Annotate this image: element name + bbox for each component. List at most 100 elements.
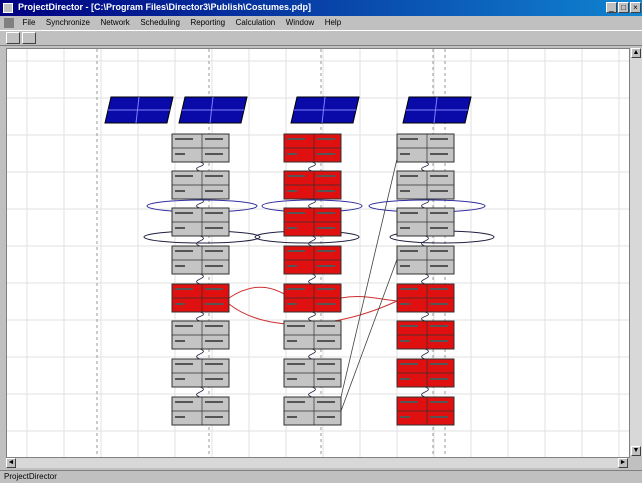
horizontal-scrollbar[interactable]: ◄ ►: [6, 458, 628, 468]
toolbar-button-1[interactable]: [6, 32, 20, 44]
task-text-mark: [317, 378, 335, 380]
task-text-mark: [317, 153, 335, 155]
menu-help[interactable]: Help: [321, 16, 345, 30]
task-text-mark: [287, 288, 305, 290]
task-box: [396, 283, 455, 313]
task-text-mark: [400, 138, 418, 140]
task-text-mark: [317, 265, 335, 267]
task-text-mark: [430, 265, 448, 267]
task-text-mark: [400, 250, 418, 252]
menu-calculation[interactable]: Calculation: [232, 16, 280, 30]
task-box: [171, 283, 230, 313]
network-canvas[interactable]: [6, 48, 630, 458]
task-text-mark: [175, 265, 185, 267]
task-text-mark: [400, 325, 418, 327]
scroll-down-button[interactable]: ▼: [631, 446, 641, 456]
task-box: [171, 170, 230, 200]
app-window: ProjectDirector - [C:\Program Files\Dire…: [0, 0, 642, 483]
task-text-mark: [287, 325, 305, 327]
task-text-mark: [317, 401, 335, 403]
task-box: [283, 133, 342, 163]
status-bar: ProjectDirector: [0, 470, 642, 483]
task-text-mark: [205, 288, 223, 290]
task-text-mark: [400, 363, 418, 365]
task-text-mark: [205, 303, 223, 305]
task-text-mark: [430, 190, 448, 192]
task-text-mark: [205, 227, 223, 229]
task-box: [283, 283, 342, 313]
task-box: [171, 320, 230, 350]
task-text-mark: [317, 212, 335, 214]
task-text-mark: [317, 416, 335, 418]
task-text-mark: [430, 401, 448, 403]
task-text-mark: [430, 416, 448, 418]
task-text-mark: [317, 227, 335, 229]
task-text-mark: [430, 340, 448, 342]
link-line: [196, 386, 204, 398]
task-text-mark: [205, 340, 223, 342]
task-text-mark: [400, 190, 410, 192]
link-line: [421, 386, 429, 398]
menu-window[interactable]: Window: [282, 16, 318, 30]
task-text-mark: [400, 401, 418, 403]
task-text-mark: [205, 378, 223, 380]
scroll-right-button[interactable]: ►: [618, 458, 628, 468]
toolbar-button-2[interactable]: [22, 32, 36, 44]
link-line: [421, 235, 429, 247]
task-box: [283, 245, 342, 275]
link-line: [421, 161, 429, 172]
app-icon[interactable]: [3, 3, 13, 13]
column-header: [178, 96, 248, 124]
task-text-mark: [175, 212, 193, 214]
task-text-mark: [287, 401, 305, 403]
task-text-mark: [175, 325, 193, 327]
task-text-mark: [175, 416, 185, 418]
task-text-mark: [430, 303, 448, 305]
task-text-mark: [205, 363, 223, 365]
menu-scheduling[interactable]: Scheduling: [136, 16, 184, 30]
task-text-mark: [400, 265, 410, 267]
link-line: [308, 161, 316, 172]
task-text-mark: [205, 212, 223, 214]
task-box: [396, 245, 455, 275]
link-line: [308, 235, 316, 247]
menu-file[interactable]: File: [19, 16, 40, 30]
status-text: ProjectDirector: [4, 472, 57, 481]
menu-synchronize[interactable]: Synchronize: [42, 16, 94, 30]
task-text-mark: [175, 138, 193, 140]
task-text-mark: [430, 138, 448, 140]
task-text-mark: [205, 138, 223, 140]
task-box: [283, 207, 342, 237]
task-text-mark: [400, 378, 410, 380]
close-button[interactable]: ×: [630, 2, 641, 13]
task-box: [396, 396, 455, 426]
task-text-mark: [175, 288, 193, 290]
task-text-mark: [430, 212, 448, 214]
task-text-mark: [317, 303, 335, 305]
document-icon[interactable]: [4, 18, 14, 28]
scroll-up-button[interactable]: ▲: [631, 48, 641, 58]
task-nodes: [104, 96, 472, 426]
task-text-mark: [430, 227, 448, 229]
link-line: [340, 296, 398, 302]
minimize-button[interactable]: _: [606, 2, 617, 13]
task-text-mark: [287, 416, 297, 418]
task-text-mark: [430, 153, 448, 155]
maximize-button[interactable]: □: [618, 2, 629, 13]
toolbar: [0, 30, 642, 46]
menu-bar: File Synchronize Network Scheduling Repo…: [0, 16, 642, 30]
menu-network[interactable]: Network: [96, 16, 133, 30]
task-text-mark: [175, 401, 193, 403]
task-text-mark: [287, 303, 297, 305]
task-text-mark: [317, 288, 335, 290]
vertical-scrollbar[interactable]: ▲ ▼: [630, 48, 642, 456]
menu-reporting[interactable]: Reporting: [186, 16, 229, 30]
task-text-mark: [287, 378, 297, 380]
task-box: [396, 207, 455, 237]
task-box: [396, 133, 455, 163]
task-box: [171, 133, 230, 163]
task-text-mark: [175, 175, 193, 177]
task-box: [171, 207, 230, 237]
scroll-left-button[interactable]: ◄: [6, 458, 16, 468]
task-text-mark: [400, 303, 410, 305]
